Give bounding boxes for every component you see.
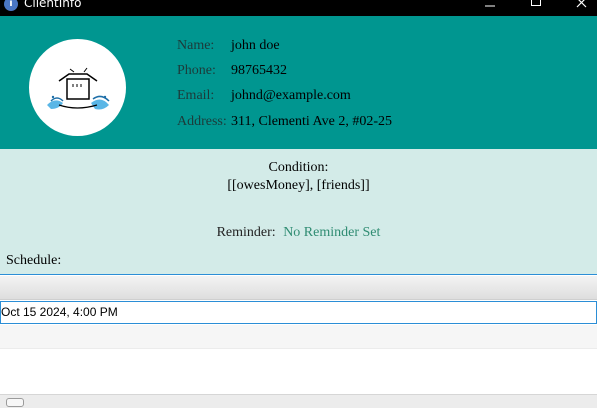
name-label: Name:	[177, 38, 215, 53]
close-button[interactable]	[559, 0, 597, 16]
address-value: 311, Clementi Ave 2, #02-25	[231, 114, 392, 129]
client-info-window: i ClientInfo Name: john doe Phone: 98765…	[0, 0, 597, 408]
title-bar: i ClientInfo	[0, 0, 597, 16]
email-value: johnd@example.com	[231, 88, 351, 103]
schedule-row[interactable]: Oct 15 2024, 4:00 PM	[0, 301, 597, 324]
window-title: ClientInfo	[24, 0, 82, 10]
avatar	[29, 39, 126, 136]
maximize-button[interactable]	[513, 0, 559, 16]
minimize-button[interactable]	[467, 0, 513, 16]
reminder-label: Reminder:	[216, 225, 276, 240]
schedule-row-text: Oct 15 2024, 4:00 PM	[1, 305, 118, 319]
email-label: Email:	[177, 88, 215, 103]
schedule-list-header	[0, 276, 597, 300]
info-icon: i	[4, 0, 18, 11]
schedule-row[interactable]	[0, 325, 597, 348]
scrollbar-thumb[interactable]	[6, 398, 24, 407]
phone-value: 98765432	[231, 63, 287, 78]
close-icon	[576, 0, 587, 8]
horizontal-scrollbar[interactable]	[0, 394, 597, 408]
address-label: Address:	[177, 114, 227, 129]
schedule-label: Schedule:	[6, 253, 62, 268]
schedule-list[interactable]: Oct 15 2024, 4:00 PM	[0, 274, 597, 395]
minimize-icon	[485, 5, 495, 7]
avatar-illustration	[47, 67, 110, 110]
client-header: Name: john doe Phone: 98765432 Email: jo…	[0, 16, 597, 149]
maximize-icon	[531, 0, 541, 6]
condition-label: Condition:	[268, 160, 329, 175]
reminder-value: No Reminder Set	[283, 225, 381, 240]
name-value: john doe	[231, 38, 280, 53]
phone-label: Phone:	[177, 63, 216, 78]
reminder-row: Reminder: No Reminder Set	[0, 225, 597, 241]
condition-value: [[owesMoney], [friends]]	[227, 178, 370, 193]
condition-panel: Condition: [[owesMoney], [friends]] Remi…	[0, 149, 597, 274]
schedule-row[interactable]	[0, 348, 597, 371]
